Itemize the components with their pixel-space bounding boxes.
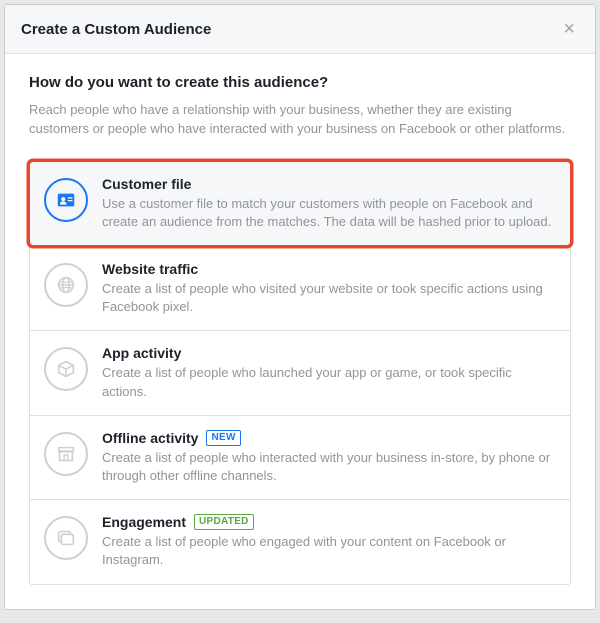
option-desc: Create a list of people who launched you…: [102, 364, 554, 400]
box-icon: [44, 347, 88, 391]
option-customer-file[interactable]: Customer file Use a customer file to mat…: [27, 159, 573, 248]
option-title: Offline activity: [102, 430, 198, 446]
option-offline-activity[interactable]: Offline activity NEW Create a list of pe…: [30, 416, 570, 500]
shop-icon: [44, 432, 88, 476]
engagement-icon: [44, 516, 88, 560]
create-custom-audience-modal: Create a Custom Audience × How do you wa…: [4, 4, 596, 610]
option-content: App activity Create a list of people who…: [102, 345, 554, 400]
option-title: Website traffic: [102, 261, 198, 277]
option-title: Engagement: [102, 514, 186, 530]
modal-header: Create a Custom Audience ×: [5, 5, 595, 54]
option-app-activity[interactable]: App activity Create a list of people who…: [30, 331, 570, 415]
modal-title: Create a Custom Audience: [21, 21, 211, 38]
option-content: Customer file Use a customer file to mat…: [102, 176, 554, 231]
question-heading: How do you want to create this audience?: [29, 74, 571, 91]
customer-file-icon: [44, 178, 88, 222]
modal-body: How do you want to create this audience?…: [5, 54, 595, 609]
option-title: App activity: [102, 345, 181, 361]
option-desc: Use a customer file to match your custom…: [102, 195, 554, 231]
option-desc: Create a list of people who engaged with…: [102, 533, 554, 569]
question-subtext: Reach people who have a relationship wit…: [29, 101, 571, 139]
option-website-traffic[interactable]: Website traffic Create a list of people …: [30, 247, 570, 331]
option-title: Customer file: [102, 176, 191, 192]
option-engagement[interactable]: Engagement UPDATED Create a list of peop…: [30, 500, 570, 583]
option-desc: Create a list of people who visited your…: [102, 280, 554, 316]
globe-icon: [44, 263, 88, 307]
updated-badge: UPDATED: [194, 514, 254, 530]
audience-option-list: Customer file Use a customer file to mat…: [29, 161, 571, 585]
option-desc: Create a list of people who interacted w…: [102, 449, 554, 485]
option-content: Website traffic Create a list of people …: [102, 261, 554, 316]
new-badge: NEW: [206, 430, 240, 446]
option-content: Engagement UPDATED Create a list of peop…: [102, 514, 554, 569]
option-content: Offline activity NEW Create a list of pe…: [102, 430, 554, 485]
close-icon[interactable]: ×: [559, 19, 579, 39]
